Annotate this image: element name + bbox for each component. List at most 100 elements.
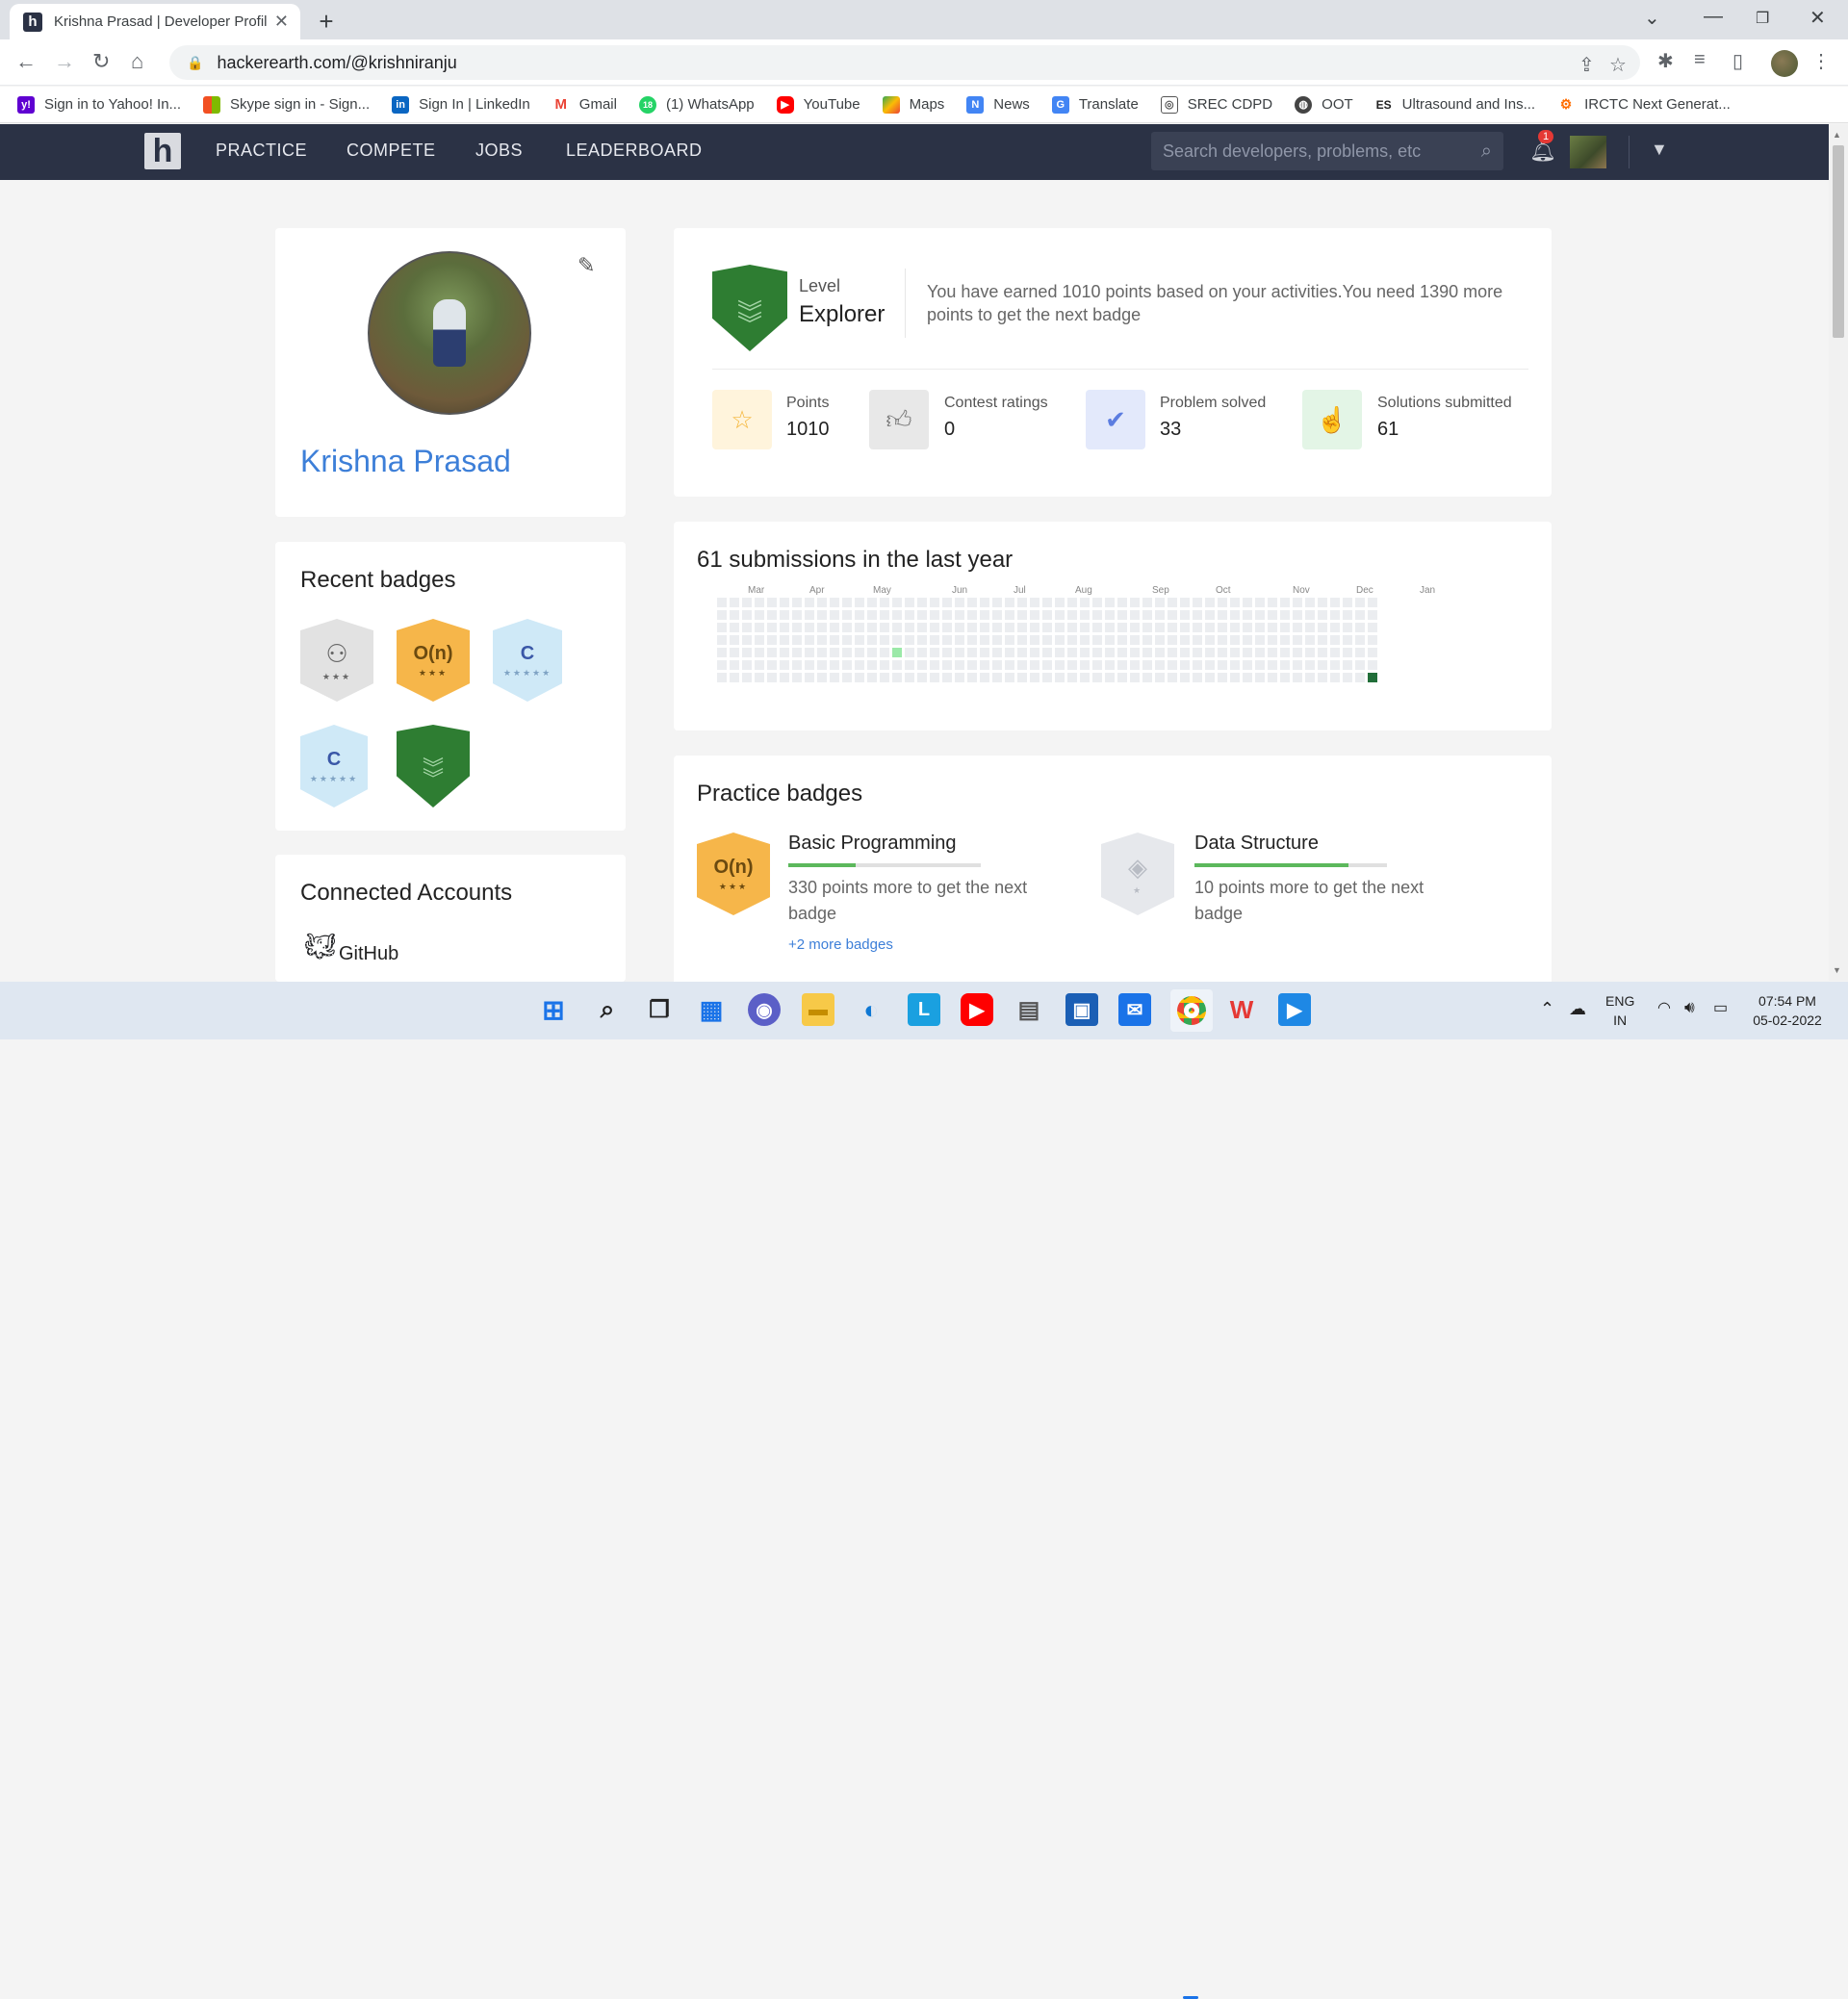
widgets-icon[interactable]: ▦ <box>695 993 728 1026</box>
heatmap-cell <box>1117 623 1127 632</box>
heatmap-cell <box>1268 660 1277 670</box>
heatmap-cell <box>1155 635 1165 645</box>
youtube-icon[interactable]: ▶ <box>961 993 993 1026</box>
github-account-link[interactable]: GitHub <box>339 943 398 965</box>
scroll-up-icon[interactable]: ▲ <box>1833 130 1841 140</box>
heatmap-cell <box>1305 648 1315 657</box>
wifi-icon[interactable]: ◠ <box>1657 999 1671 1018</box>
hackerearth-logo[interactable]: h <box>144 133 181 169</box>
close-tab-icon[interactable]: ✕ <box>274 12 289 32</box>
page-scrollbar[interactable]: ▲ ▼ <box>1829 124 1848 981</box>
badge-basic-programming[interactable]: O(n) ★★★ <box>397 619 470 702</box>
search-icon[interactable]: ⌕ <box>591 993 624 1026</box>
back-icon[interactable]: ← <box>15 49 37 74</box>
edit-icon[interactable]: ✎ <box>578 253 595 278</box>
extensions-icon[interactable]: ✱ <box>1657 49 1674 73</box>
chrome-menu-icon[interactable]: ⋮ <box>1811 49 1831 73</box>
bookmark-oot[interactable]: ◍ OOT <box>1295 95 1353 114</box>
heatmap-cell <box>1005 610 1014 620</box>
lock-icon[interactable]: 🔒 <box>187 55 203 71</box>
address-bar[interactable]: 🔒 hackerearth.com/@krishniranju ⇪ ☆ <box>169 45 1640 80</box>
basic-programming-badge[interactable]: O(n) ★★★ <box>697 833 770 915</box>
progress-fill <box>1194 863 1348 867</box>
restore-icon[interactable]: ❐ <box>1756 9 1769 28</box>
search-input[interactable] <box>1163 141 1471 162</box>
nav-leaderboard[interactable]: LEADERBOARD <box>566 141 703 161</box>
teams-chat-icon[interactable]: ◉ <box>748 993 781 1026</box>
tab-search-chevron-icon[interactable]: ⌄ <box>1644 6 1660 30</box>
chrome-icon[interactable] <box>1170 989 1213 1032</box>
chevron-down-icon[interactable]: ▼ <box>1651 140 1668 160</box>
windows-start-icon[interactable]: ⊞ <box>537 993 570 1026</box>
wps-office-icon[interactable]: W <box>1225 993 1258 1026</box>
bookmark-srec[interactable]: ◎ SREC CDPD <box>1160 95 1272 114</box>
heatmap-cell <box>1280 660 1290 670</box>
clock[interactable]: 07:54 PM 05-02-2022 <box>1744 991 1831 1030</box>
heatmap-cell <box>1155 610 1165 620</box>
browser-tab[interactable]: h Krishna Prasad | Developer Profil ✕ <box>10 4 300 39</box>
home-icon[interactable]: ⌂ <box>131 49 143 74</box>
bookmark-translate[interactable]: G Translate <box>1051 95 1139 114</box>
heatmap-cell <box>1355 648 1365 657</box>
l-app-icon[interactable]: L <box>908 993 940 1026</box>
badge-cpp-language[interactable]: C ★★★★★ <box>300 725 368 807</box>
language-indicator[interactable]: ENG IN <box>1605 991 1634 1030</box>
minimize-icon[interactable]: — <box>1704 6 1723 28</box>
bookmark-star-icon[interactable]: ☆ <box>1609 53 1627 77</box>
bookmark-news[interactable]: N News <box>966 95 1030 114</box>
bookmark-irctc[interactable]: ⚙ IRCTC Next Generat... <box>1557 95 1731 114</box>
reload-icon[interactable]: ↻ <box>92 49 110 74</box>
share-icon[interactable]: ⇪ <box>1578 53 1595 77</box>
data-structure-badge[interactable]: ◈ ★ <box>1101 833 1174 915</box>
new-tab-icon[interactable]: + <box>313 7 340 37</box>
search-icon[interactable]: ⌕ <box>1481 141 1492 163</box>
store-icon[interactable]: ▣ <box>1065 993 1098 1026</box>
practice-badge-title[interactable]: Data Structure <box>1194 833 1319 855</box>
mail-icon[interactable]: ✉ <box>1118 993 1151 1026</box>
chevron-up-icon[interactable]: ⌃ <box>1540 999 1554 1018</box>
forward-icon[interactable]: → <box>54 49 75 74</box>
edge-icon[interactable]: ◐ <box>855 993 887 1026</box>
level-message: You have earned 1010 points based on you… <box>927 282 1503 324</box>
task-view-icon[interactable]: ❐ <box>643 993 676 1026</box>
bookmark-ultrasound[interactable]: ES Ultrasound and Ins... <box>1374 95 1535 114</box>
url-text[interactable]: hackerearth.com/@krishniranju <box>217 53 456 73</box>
volume-icon[interactable]: 🔊︎ <box>1684 998 1695 1017</box>
site-search: ⌕ <box>1151 132 1503 170</box>
heatmap-cell <box>1030 610 1040 620</box>
heatmap-cell <box>1343 673 1352 682</box>
bookmark-yahoo[interactable]: y! Sign in to Yahoo! In... <box>17 95 181 114</box>
month-label: Jul <box>1014 585 1026 596</box>
heatmap-cell <box>1092 660 1102 670</box>
battery-icon[interactable]: ▭ <box>1713 999 1728 1018</box>
side-panel-icon[interactable]: ▯ <box>1732 49 1743 73</box>
badge-data-structure[interactable]: ⚇ ★★★ <box>300 619 373 702</box>
heatmap-cell <box>980 648 989 657</box>
more-badges-link[interactable]: +2 more badges <box>788 936 893 953</box>
heatmap-cell <box>855 673 864 682</box>
calculator-icon[interactable]: ▤ <box>1013 993 1045 1026</box>
bookmark-youtube[interactable]: ▶ YouTube <box>776 95 860 114</box>
scroll-down-icon[interactable]: ▼ <box>1833 965 1841 975</box>
nav-jobs[interactable]: JOBS <box>475 141 523 161</box>
bookmark-linkedin[interactable]: in Sign In | LinkedIn <box>392 95 530 114</box>
badge-c-language[interactable]: C ★★★★★ <box>493 619 562 702</box>
bookmark-skype[interactable]: Skype sign in - Sign... <box>203 95 370 114</box>
practice-badge-title[interactable]: Basic Programming <box>788 833 957 855</box>
bookmark-whatsapp[interactable]: 18 (1) WhatsApp <box>638 95 755 114</box>
window-close-icon[interactable]: ✕ <box>1810 6 1826 30</box>
bookmark-maps[interactable]: Maps <box>882 95 944 114</box>
heatmap-cell <box>1330 610 1340 620</box>
nav-compete[interactable]: COMPETE <box>346 141 436 161</box>
media-control-icon[interactable]: ≡ <box>1694 49 1706 71</box>
nav-practice[interactable]: PRACTICE <box>216 141 307 161</box>
chrome-profile-avatar[interactable] <box>1771 50 1798 77</box>
onedrive-icon[interactable]: ☁ <box>1569 999 1586 1018</box>
media-player-icon[interactable]: ▶ <box>1278 993 1311 1026</box>
scrollbar-thumb[interactable] <box>1833 145 1844 338</box>
badge-explorer[interactable]: ︾ ︾ <box>397 725 470 807</box>
bookmark-gmail[interactable]: M Gmail <box>552 95 617 114</box>
user-avatar[interactable] <box>1570 136 1606 168</box>
heatmap-cell <box>980 610 989 620</box>
file-explorer-icon[interactable]: ▬ <box>802 993 834 1026</box>
